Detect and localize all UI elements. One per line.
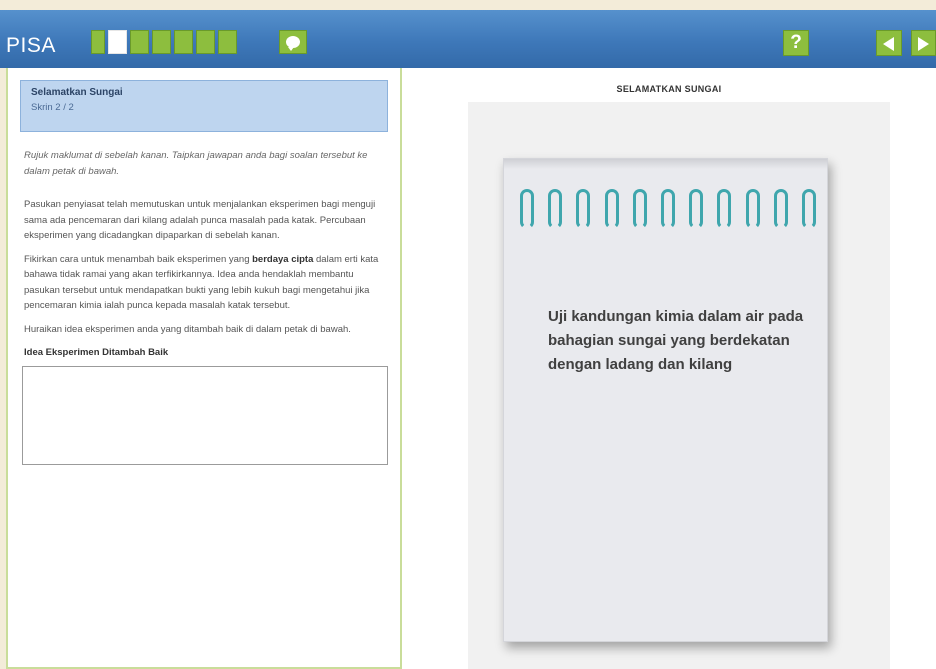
chat-button[interactable] [279, 30, 307, 54]
next-button[interactable] [911, 30, 936, 56]
spiral-ring [689, 189, 704, 229]
notepad-image: Uji kandungan kimia dalam air pada bahag… [468, 102, 890, 669]
arrow-right-icon [918, 37, 929, 51]
spiral-ring [773, 189, 788, 229]
top-bar: PISA ? [0, 10, 936, 68]
help-icon: ? [790, 32, 802, 53]
stimulus-panel: SELAMATKAN SUNGAI Uji kandungan kimia da… [402, 68, 936, 669]
chat-icon [286, 36, 300, 51]
notepad: Uji kandungan kimia dalam air pada bahag… [503, 158, 828, 642]
spiral-ring [661, 189, 675, 229]
notepad-text: Uji kandungan kimia dalam air pada bahag… [548, 308, 804, 373]
notepad-spiral-binding [520, 189, 830, 235]
progress-segment [218, 30, 237, 54]
question-panel: Selamatkan Sungai Skrin 2 / 2 Rujuk makl… [6, 68, 402, 669]
progress-segment [130, 30, 149, 54]
pisa-logo: PISA [6, 34, 56, 57]
screen-counter: Skrin 2 / 2 [31, 102, 74, 113]
help-button[interactable]: ? [783, 30, 809, 56]
progress-segment-current [108, 30, 127, 54]
spiral-ring [802, 189, 816, 229]
arrow-left-icon [883, 37, 894, 51]
instruction-text: Rujuk maklumat di sebelah kanan. Taipkan… [24, 150, 368, 177]
task-emphasis: berdaya cipta [252, 253, 314, 265]
spiral-ring [745, 189, 760, 229]
answer-label: Idea Eksperimen Ditambah Baik [24, 347, 169, 358]
spiral-ring [604, 189, 619, 229]
spiral-ring [520, 189, 534, 229]
task-paragraph: Fikirkan cara untuk menambah baik eksper… [8, 252, 400, 314]
stimulus-title: SELAMATKAN SUNGAI [616, 84, 722, 94]
spiral-ring [632, 189, 647, 229]
task-text-start: Fikirkan cara untuk menambah baik eksper… [24, 253, 253, 265]
unit-title: Selamatkan Sungai [31, 87, 123, 98]
previous-button[interactable] [876, 30, 902, 56]
answer-textarea[interactable] [22, 366, 388, 465]
spiral-ring [717, 189, 732, 229]
progress-segment [152, 30, 171, 54]
progress-indicator [91, 30, 237, 54]
spiral-ring [548, 189, 563, 229]
unit-header: Selamatkan Sungai Skrin 2 / 2 [20, 80, 388, 132]
progress-segment [196, 30, 215, 54]
spiral-ring [576, 189, 591, 229]
progress-segment [91, 30, 105, 54]
progress-segment [174, 30, 193, 54]
answer-instruction: Huraikan idea eksperimen anda yang ditam… [24, 323, 351, 335]
context-paragraph: Pasukan penyiasat telah memutuskan untuk… [24, 199, 376, 241]
